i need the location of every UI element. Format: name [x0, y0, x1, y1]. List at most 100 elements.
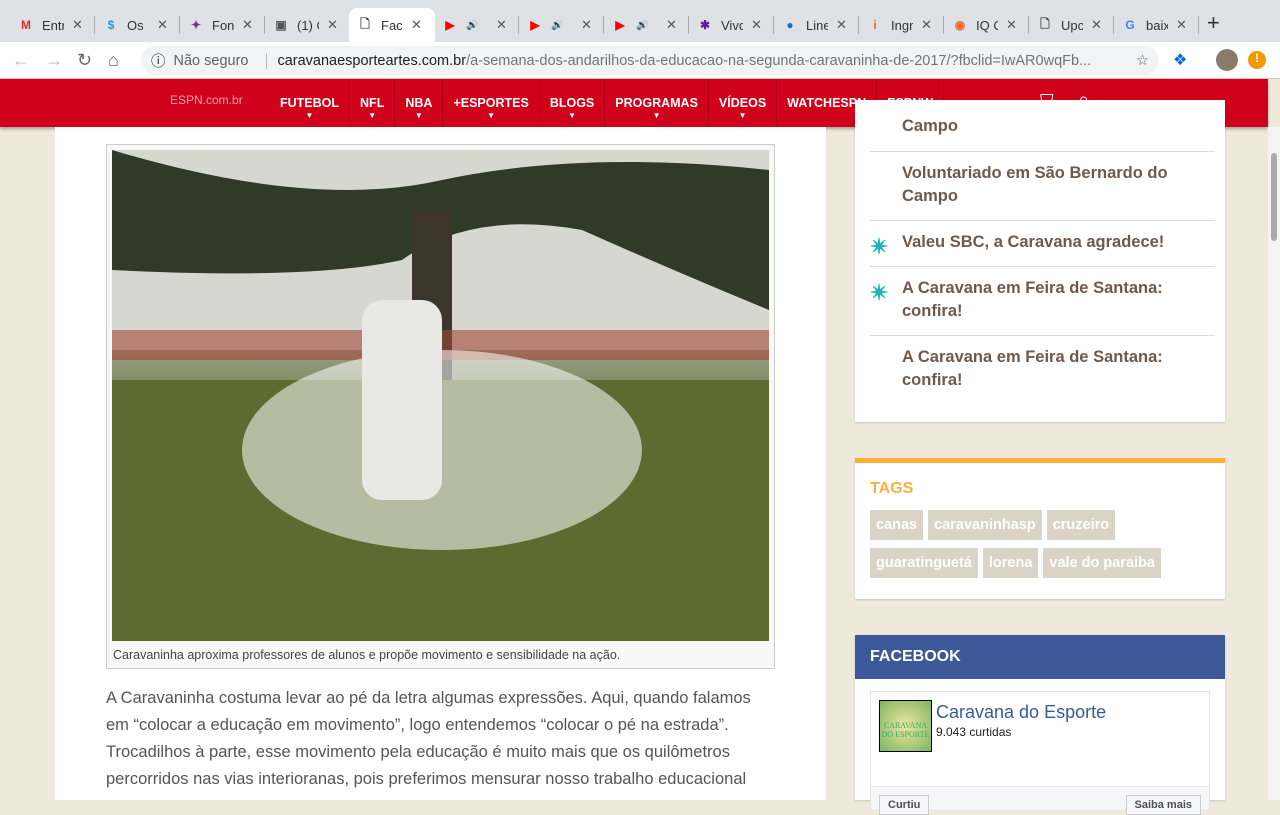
close-tab-icon[interactable]: ✕	[1006, 17, 1017, 33]
nav-item[interactable]: +ESPORTES ▼	[443, 79, 540, 127]
browser-tab[interactable]: 🗋 Face ✕	[349, 8, 435, 42]
alert-icon[interactable]: !	[1248, 51, 1266, 69]
close-tab-icon[interactable]: ✕	[242, 17, 253, 33]
tag-link[interactable]: vale do paraiba	[1043, 548, 1161, 578]
dropbox-icon[interactable]: ❖	[1173, 50, 1187, 70]
browser-tab[interactable]: M Entrada ✕	[10, 8, 95, 42]
globe-icon: ●	[786, 18, 794, 32]
browser-tab[interactable]: 🗋 Upc ✕	[1029, 8, 1114, 42]
browser-tab[interactable]: ▣ (1) C ✕	[265, 8, 350, 42]
new-tab-button[interactable]: +	[1207, 10, 1220, 36]
post-title: Valeu SBC, a Caravana agradece!	[902, 233, 1165, 251]
browser-tab[interactable]: $ Os ✕	[95, 8, 180, 42]
fb-learn-more-button[interactable]: Saiba mais	[1125, 795, 1201, 815]
tab-title: Fon	[212, 17, 234, 33]
tag-link[interactable]: canas	[870, 510, 924, 540]
post-title: Voluntariado em São Bernardo do Campo	[902, 164, 1168, 205]
article-photo	[112, 150, 769, 641]
browser-tab[interactable]: ● Line ✕	[774, 8, 859, 42]
fb-like-button[interactable]: Curtiu	[879, 795, 930, 815]
fb-footer: Curtiu Saiba mais	[871, 786, 1209, 815]
home-icon[interactable]: ⌂	[108, 50, 119, 71]
back-icon[interactable]: ←	[12, 50, 30, 71]
browser-tab[interactable]: ▶ 🔊 ✕	[434, 8, 519, 42]
youtube-icon: ▶	[530, 18, 540, 32]
nav-item-label: +ESPORTES	[453, 96, 529, 110]
fb-page-name[interactable]: Caravana do Esporte	[936, 702, 1106, 723]
security-label: Não seguro	[173, 52, 249, 69]
nav-item[interactable]: VÍDEOS ▼	[709, 79, 778, 127]
post-link[interactable]: ✴ A Caravana em Feira de Santana: confira…	[870, 267, 1215, 336]
caret-down-icon: ▼	[652, 111, 661, 120]
scrollbar[interactable]	[1268, 127, 1280, 800]
caret-down-icon: ▼	[305, 111, 314, 120]
nav-item-label: FUTEBOL	[280, 96, 340, 110]
photo-caption: Caravaninha aproxima professores de alun…	[113, 648, 621, 662]
nav-item[interactable]: NBA ▼	[395, 79, 444, 127]
browser-tab[interactable]: ✦ Fon ✕	[180, 8, 265, 42]
close-tab-icon[interactable]: ✕	[496, 17, 507, 33]
close-tab-icon[interactable]: ✕	[666, 17, 677, 33]
tab-title: Vivo	[721, 17, 743, 33]
espn-menu: FUTEBOL ▼ NFL ▼ NBA ▼ +ESPORTES ▼ BLOGS ▼ PROGRAMA…	[270, 79, 944, 127]
info-icon[interactable]: ⓘ	[151, 50, 166, 71]
tag-link[interactable]: cruzeiro	[1046, 510, 1116, 540]
reload-icon[interactable]: ↻	[77, 50, 92, 71]
forward-icon[interactable]: →	[45, 50, 63, 71]
post-link-partial[interactable]: Campo	[870, 100, 1215, 152]
star-icon: ✴	[870, 280, 889, 305]
photo-children-under-tree	[112, 150, 769, 641]
close-tab-icon[interactable]: ✕	[157, 17, 168, 33]
tab-title: Ingr	[891, 17, 913, 33]
close-tab-icon[interactable]: ✕	[921, 17, 932, 33]
scrollbar-thumb[interactable]	[1271, 153, 1277, 241]
close-tab-icon[interactable]: ✕	[581, 17, 592, 33]
nav-item-label: NBA	[405, 96, 433, 110]
google-icon: G	[1125, 18, 1135, 32]
caret-down-icon: ▼	[414, 111, 423, 120]
tags-title: TAGS	[870, 480, 914, 497]
url-input[interactable]: ⓘ Não seguro caravanaesporteartes.com.br…	[141, 46, 1159, 75]
close-tab-icon[interactable]: ✕	[1091, 17, 1102, 33]
facebook-title: FACEBOOK	[855, 635, 1225, 679]
post-title: A Caravana em Feira de Santana: confira!	[902, 279, 1163, 320]
forum-icon: ✦	[190, 18, 202, 32]
post-link[interactable]: A Caravana em Feira de Santana: confira!	[870, 336, 1215, 404]
close-tab-icon[interactable]: ✕	[1176, 17, 1187, 33]
close-tab-icon[interactable]: ✕	[72, 17, 83, 33]
bookmark-star-icon[interactable]: ☆	[1136, 53, 1149, 69]
browser-tab[interactable]: ✱ Vivo ✕	[689, 8, 774, 42]
tag-link[interactable]: lorena	[982, 548, 1039, 578]
browser-tab[interactable]: ◉ IQ O ✕	[944, 8, 1029, 42]
article-column: Caravaninha aproxima professores de alun…	[55, 127, 826, 800]
url-path: /a-semana-dos-andarilhos-da-educacao-na-…	[466, 52, 1092, 69]
close-tab-icon[interactable]: ✕	[327, 17, 338, 33]
nav-item[interactable]: PROGRAMAS ▼	[605, 79, 709, 127]
close-tab-icon[interactable]: ✕	[836, 17, 847, 33]
caret-down-icon: ▼	[368, 111, 377, 120]
browser-tab[interactable]: ▶ 🔊 ✕	[604, 8, 689, 42]
audio-icon: 🔊	[551, 19, 564, 31]
browser-tab[interactable]: Gbaix ✕	[1114, 8, 1199, 42]
nav-item[interactable]: BLOGS ▼	[540, 79, 606, 127]
close-tab-icon[interactable]: ✕	[411, 17, 422, 33]
espn-logo[interactable]: ESPN.com.br	[170, 93, 243, 107]
post-title: A Caravana em Feira de Santana: confira!	[902, 348, 1163, 389]
tag-link[interactable]: guaratinguetá	[870, 548, 978, 578]
avatar[interactable]	[1216, 49, 1238, 71]
post-link[interactable]: ✴ Valeu SBC, a Caravana agradece!	[870, 221, 1215, 267]
nav-item-label: NFL	[360, 96, 385, 110]
browser-tab[interactable]: i Ingr ✕	[859, 8, 944, 42]
close-tab-icon[interactable]: ✕	[751, 17, 762, 33]
tab-title: Entrada	[42, 17, 64, 33]
tags-widget: TAGS canas caravaninhasp cruzeiro guarating…	[855, 458, 1225, 599]
page-logo[interactable]: CARAVANA DO ESPORTE	[879, 700, 932, 752]
nav-item[interactable]: NFL ▼	[350, 79, 396, 127]
tab-title: Os	[127, 17, 144, 33]
nav-item[interactable]: FUTEBOL ▼	[270, 79, 351, 127]
facebook-page-plugin: CARAVANA DO ESPORTE Caravana do Esporte …	[870, 691, 1210, 815]
browser-tab[interactable]: ▶ 🔊 ✕	[519, 8, 604, 42]
tag-link[interactable]: caravaninhasp	[928, 510, 1042, 540]
post-link[interactable]: Voluntariado em São Bernardo do Campo	[870, 152, 1215, 221]
ingresso-icon: i	[873, 18, 877, 32]
